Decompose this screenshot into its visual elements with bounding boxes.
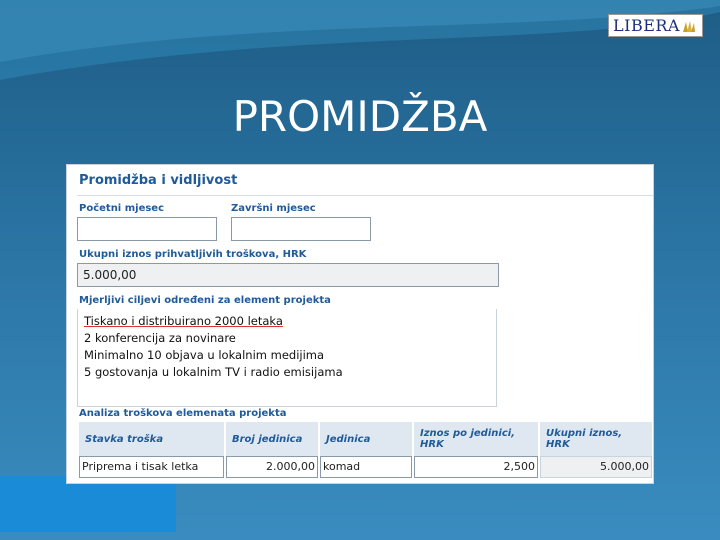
goals-textarea[interactable]: Tiskano i distribuirano 2000 letaka 2 ko… xyxy=(77,309,497,407)
table-header-row: Stavka troška Broj jedinica Jedinica Izn… xyxy=(79,422,653,456)
column-header-units: Broj jedinica xyxy=(225,422,320,456)
goals-label: Mjerljivi ciljevi određeni za element pr… xyxy=(79,295,331,306)
analysis-label: Analiza troškova elemenata projekta xyxy=(79,408,287,419)
column-header-unit-price: Iznos po jedinici, HRK xyxy=(413,422,540,456)
cost-analysis-table: Stavka troška Broj jedinica Jedinica Izn… xyxy=(79,422,653,478)
cost-item-cell[interactable]: Priprema i tisak letka xyxy=(79,456,224,478)
unit-price-cell[interactable]: 2,500 xyxy=(414,456,538,478)
start-month-label: Početni mjesec xyxy=(79,203,165,214)
slide-title: PROMIDŽBA xyxy=(232,92,488,141)
start-month-field[interactable] xyxy=(77,217,217,241)
table-row: Priprema i tisak letka 2.000,00 komad 2,… xyxy=(79,456,653,478)
section-title: Promidžba i vidljivost xyxy=(79,173,238,188)
end-month-label: Završni mjesec xyxy=(231,203,316,214)
goal-line: Minimalno 10 objava u lokalnim medijima xyxy=(84,348,325,362)
total-cost-label: Ukupni iznos prihvatljivih troškova, HRK xyxy=(79,249,307,260)
end-month-field[interactable] xyxy=(231,217,371,241)
libera-logo: LIBERA xyxy=(608,14,703,37)
unit-cell[interactable]: komad xyxy=(320,456,412,478)
column-header-unit: Jedinica xyxy=(319,422,414,456)
form-screenshot-panel: Promidžba i vidljivost Početni mjesec Za… xyxy=(66,164,654,484)
total-cell: 5.000,00 xyxy=(540,456,652,478)
total-cost-field[interactable]: 5.000,00 xyxy=(77,263,499,287)
goal-line: 5 gostovanja u lokalnim TV i radio emisi… xyxy=(84,365,343,379)
corner-decoration xyxy=(0,476,176,532)
goal-line-text: Tiskano i distribuirano 2000 letaka xyxy=(84,314,283,328)
goal-line: 2 konferencija za novinare xyxy=(84,331,236,345)
logo-text: LIBERA xyxy=(613,16,680,35)
units-cell[interactable]: 2.000,00 xyxy=(226,456,318,478)
section-divider xyxy=(77,195,653,196)
column-header-item: Stavka troška xyxy=(79,422,226,456)
goal-line: Tiskano i distribuirano 2000 letaka xyxy=(84,313,490,330)
logo-mark-icon xyxy=(682,20,695,32)
column-header-total: Ukupni iznos, HRK xyxy=(539,422,653,456)
